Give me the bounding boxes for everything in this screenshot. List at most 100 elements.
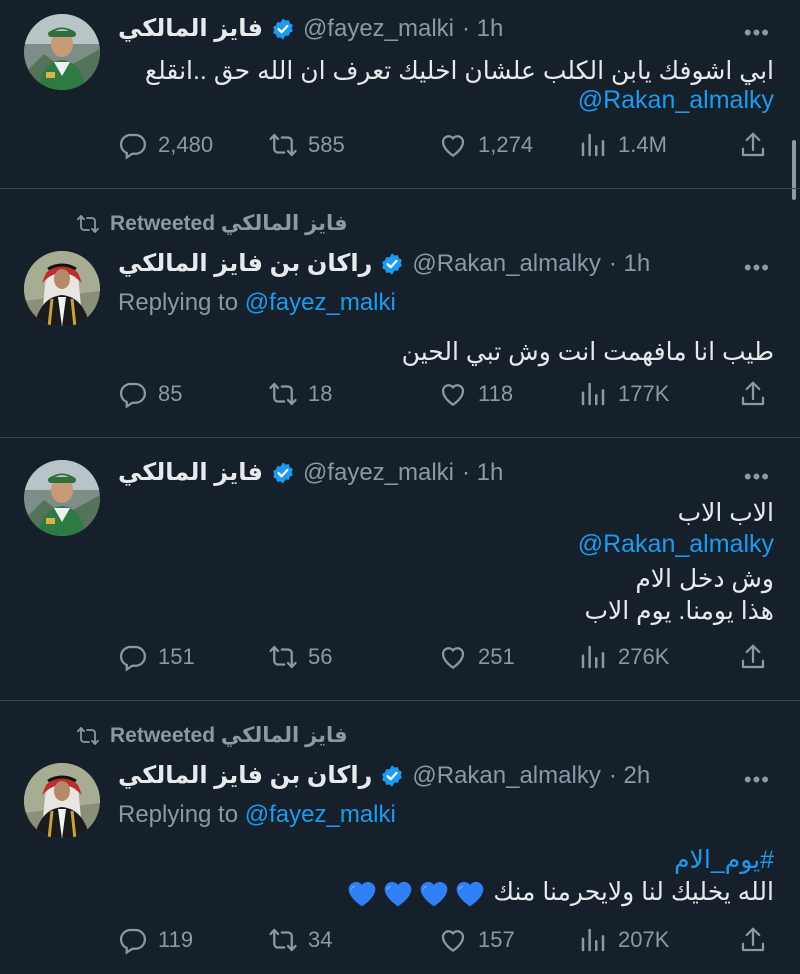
display-name[interactable]: راكان بن فايز المالكي: [118, 761, 372, 790]
retweet-count: 18: [308, 381, 333, 406]
retweet-count: 585: [308, 132, 345, 157]
replying-to: Replying to @fayez_malki: [118, 289, 396, 317]
display-name[interactable]: راكان بن فايز المالكي: [118, 249, 372, 278]
verified-badge-icon: [380, 764, 404, 788]
tweet-actions: 119 34 157 207K: [118, 925, 768, 955]
view-count: 177K: [618, 381, 670, 406]
like-count: 118: [478, 381, 514, 406]
more-options-icon[interactable]: •••: [744, 20, 770, 46]
avatar[interactable]: [24, 460, 100, 536]
avatar[interactable]: [24, 763, 100, 839]
share-icon: [738, 925, 768, 955]
reply-button[interactable]: 119: [118, 925, 268, 955]
share-button[interactable]: [738, 925, 768, 955]
tweet-actions: 151 56 251 276K: [118, 642, 768, 672]
retweet-count: 34: [308, 927, 333, 952]
retweeted-by[interactable]: فايز المالكي Retweeted: [76, 211, 348, 236]
tweet-text: الله يخليك لنا ولايحرمنا منك: [493, 878, 774, 906]
share-button[interactable]: [738, 642, 768, 672]
view-count: 1.4M: [618, 132, 667, 157]
reply-count: 119: [158, 927, 194, 952]
avatar[interactable]: [24, 251, 100, 327]
views-button[interactable]: 177K: [578, 379, 738, 409]
bar-chart-icon: [578, 925, 608, 955]
share-icon: [738, 130, 768, 160]
mention-link[interactable]: @Rakan_almalky: [578, 530, 774, 559]
replying-to-label: Replying to: [118, 801, 239, 828]
verified-badge-icon: [380, 252, 404, 276]
reply-count: 85: [158, 381, 183, 406]
timestamp[interactable]: · 1h: [462, 15, 503, 43]
tweet-text: طيب انا مافهمت انت وش تبي الحين: [401, 338, 774, 366]
heart-icon: [438, 642, 468, 672]
like-button[interactable]: 251: [438, 642, 578, 672]
tweet[interactable]: فايز المالكي Retweeted راكان بن فايز الم…: [0, 701, 800, 974]
handle[interactable]: @fayez_malki: [303, 15, 454, 43]
avatar[interactable]: [24, 14, 100, 90]
blue-heart-icon: [418, 878, 450, 908]
tweet-text: وش دخل الام: [635, 565, 774, 593]
reply-button[interactable]: 2,480: [118, 130, 268, 160]
reply-icon: [118, 379, 148, 409]
retweet-icon: [268, 379, 298, 409]
tweet[interactable]: فايز المالكي @fayez_malki · 1h ••• ابي ا…: [0, 0, 800, 189]
handle[interactable]: @fayez_malki: [303, 459, 454, 487]
tweet-header: راكان بن فايز المالكي @Rakan_almalky · 2…: [118, 761, 650, 790]
mention-link[interactable]: @Rakan_almalky: [578, 86, 774, 115]
display-name[interactable]: فايز المالكي: [118, 458, 263, 487]
bar-chart-icon: [578, 379, 608, 409]
views-button[interactable]: 276K: [578, 642, 738, 672]
share-button[interactable]: [738, 130, 768, 160]
retweet-icon: [268, 642, 298, 672]
like-count: 157: [478, 927, 515, 952]
blue-heart-icon: [454, 878, 486, 908]
retweet-button[interactable]: 585: [268, 130, 438, 160]
like-button[interactable]: 118: [438, 379, 578, 409]
like-count: 1,274: [478, 132, 534, 157]
like-button[interactable]: 1,274: [438, 130, 578, 160]
reply-count: 2,480: [158, 132, 214, 157]
more-options-icon[interactable]: •••: [744, 255, 770, 281]
mention-link[interactable]: @fayez_malki: [245, 289, 396, 316]
replying-to-label: Replying to: [118, 289, 239, 316]
view-count: 276K: [618, 644, 670, 669]
retweet-icon: [268, 130, 298, 160]
retweet-button[interactable]: 34: [268, 925, 438, 955]
more-options-icon[interactable]: •••: [744, 767, 770, 793]
retweet-icon: [268, 925, 298, 955]
share-icon: [738, 379, 768, 409]
heart-icon: [438, 379, 468, 409]
retweet-button[interactable]: 56: [268, 642, 438, 672]
replying-to: Replying to @fayez_malki: [118, 801, 396, 829]
retweeted-by[interactable]: فايز المالكي Retweeted: [76, 723, 348, 748]
timestamp[interactable]: · 2h: [609, 762, 650, 790]
display-name[interactable]: فايز المالكي: [118, 14, 263, 43]
hashtag-link[interactable]: #يوم_الام: [674, 845, 774, 875]
views-button[interactable]: 1.4M: [578, 130, 738, 160]
views-button[interactable]: 207K: [578, 925, 738, 955]
reply-button[interactable]: 151: [118, 642, 268, 672]
tweet[interactable]: فايز المالكي @fayez_malki · 1h ••• الاب …: [0, 438, 800, 701]
retweet-button[interactable]: 18: [268, 379, 438, 409]
mention-link[interactable]: @fayez_malki: [245, 801, 396, 828]
tweet[interactable]: فايز المالكي Retweeted راكان بن فايز الم…: [0, 189, 800, 438]
more-options-icon[interactable]: •••: [744, 464, 770, 490]
tweet-header: فايز المالكي @fayez_malki · 1h: [118, 14, 503, 43]
blue-heart-icon: [346, 878, 378, 908]
tweet-actions: 2,480 585 1,274 1.4M: [118, 130, 768, 160]
like-button[interactable]: 157: [438, 925, 578, 955]
timestamp[interactable]: · 1h: [462, 459, 503, 487]
handle[interactable]: @Rakan_almalky: [412, 762, 600, 790]
reply-button[interactable]: 85: [118, 379, 268, 409]
reply-icon: [118, 925, 148, 955]
verified-badge-icon: [271, 461, 295, 485]
tweet-text: هذا يومنا. يوم الاب: [584, 597, 774, 625]
retweeted-by-label: فايز المالكي Retweeted: [110, 724, 348, 747]
retweeted-by-label: فايز المالكي Retweeted: [110, 212, 348, 235]
blue-heart-icon: [382, 878, 414, 908]
handle[interactable]: @Rakan_almalky: [412, 250, 600, 278]
tweet-text-line: الله يخليك لنا ولايحرمنا منك: [338, 877, 774, 908]
reply-icon: [118, 642, 148, 672]
share-button[interactable]: [738, 379, 768, 409]
timestamp[interactable]: · 1h: [609, 250, 650, 278]
